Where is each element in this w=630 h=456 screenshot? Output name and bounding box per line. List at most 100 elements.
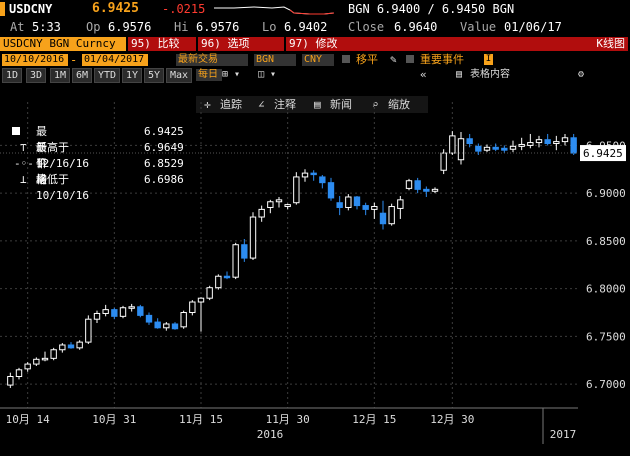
- ticker-symbol[interactable]: USDCNY: [9, 0, 52, 18]
- settings-gear-icon[interactable]: ⚙: [578, 68, 584, 82]
- stats-bar: At 5:33 Op 6.9576 Hi 6.9576 Lo 6.9402 Cl…: [0, 18, 630, 36]
- x-tick-label: 10月 31: [92, 413, 136, 426]
- collapse-icon[interactable]: «: [420, 68, 427, 82]
- candle-body: [50, 349, 57, 359]
- candle-body: [388, 206, 395, 225]
- candle-body: [189, 301, 196, 314]
- period-max-button[interactable]: Max: [166, 68, 193, 83]
- price-chart[interactable]: 6.70006.75006.80006.85006.90006.950010月 …: [0, 82, 630, 456]
- period-5y-button[interactable]: 5Y: [144, 68, 165, 83]
- period-6m-button[interactable]: 6M: [72, 68, 93, 83]
- legend-low-label: 最低于 10/10/16: [36, 173, 89, 202]
- period-1d-button[interactable]: 1D: [2, 68, 23, 83]
- candle-body: [319, 176, 326, 184]
- candle-body: [249, 216, 257, 259]
- legend-low-icon: ⊥: [20, 173, 27, 186]
- candle-body: [206, 287, 213, 299]
- candle-body: [284, 204, 291, 208]
- source-select[interactable]: BGN: [254, 54, 296, 66]
- period-3d-button[interactable]: 3D: [26, 68, 47, 83]
- frequency-select[interactable]: 每日: [196, 69, 222, 81]
- security-field[interactable]: USDCNY BGN Curncy: [0, 37, 126, 51]
- candle-body: [137, 306, 144, 316]
- candle-body: [397, 199, 404, 209]
- candle-body: [379, 212, 387, 225]
- table-view-icon[interactable]: ▤: [456, 68, 462, 82]
- candle-body: [267, 201, 274, 208]
- candle-body: [327, 182, 335, 199]
- candle-body: [466, 138, 473, 145]
- x-tick-label: 11月 30: [266, 413, 310, 426]
- candle-body: [345, 196, 352, 208]
- candle-body: [431, 188, 439, 192]
- events-checkbox[interactable]: [406, 55, 414, 63]
- candle-body: [163, 323, 170, 329]
- candle-body: [59, 344, 66, 351]
- candle-body: [371, 206, 378, 210]
- candle-body: [544, 139, 551, 145]
- candle-body: [7, 375, 14, 386]
- period-1m-button[interactable]: 1M: [50, 68, 71, 83]
- candle-body: [414, 180, 421, 190]
- value-label: Value: [460, 20, 497, 34]
- candle-body: [353, 196, 361, 207]
- chart-style-icon[interactable]: ⊞ ▾: [222, 68, 240, 82]
- chart-layout-icon[interactable]: ◫ ▾: [258, 68, 276, 82]
- compare-button[interactable]: 95) 比较: [128, 37, 196, 51]
- candle-body: [570, 137, 577, 154]
- candle-body: [501, 147, 508, 151]
- x-year-label: 2016: [257, 428, 284, 441]
- edit-icon[interactable]: ✎: [390, 52, 397, 68]
- high-value: 6.9576: [196, 20, 240, 34]
- price-type-select[interactable]: 最新交易: [176, 54, 248, 66]
- open-value: 6.9576: [108, 20, 152, 34]
- close-label: Close: [348, 20, 385, 34]
- legend-avg-value: 6.8529: [144, 157, 184, 170]
- table-view-label[interactable]: 表格内容: [470, 68, 510, 82]
- close-value: 6.9640: [394, 20, 438, 34]
- y-tick-label: 6.7500: [586, 330, 626, 343]
- chart-type-label[interactable]: K线图: [370, 37, 628, 51]
- candle-body: [423, 188, 430, 192]
- candle-body: [215, 275, 222, 289]
- candle-body: [535, 139, 543, 144]
- candle-body: [102, 309, 109, 314]
- events-icon[interactable]: I: [484, 54, 493, 65]
- currency-select[interactable]: CNY: [302, 54, 334, 66]
- candle-body: [119, 307, 127, 317]
- modify-button[interactable]: 97) 修改: [286, 37, 372, 51]
- candle-body: [518, 143, 525, 147]
- quote-bar: USDCNY 6.9425 -.0215 BGN 6.9400 / 6.9450…: [0, 0, 630, 18]
- candle-body: [93, 312, 101, 320]
- candle-body: [509, 145, 517, 150]
- candle-body: [258, 208, 265, 218]
- legend-high-icon: ⊤: [20, 141, 27, 154]
- candle-body: [76, 341, 83, 349]
- x-tick-label: 12月 15: [352, 413, 396, 426]
- candle-body: [197, 297, 205, 303]
- candle-body: [67, 344, 75, 349]
- move-avg-checkbox[interactable]: [342, 55, 350, 63]
- candle-body: [527, 142, 534, 146]
- candle-body: [15, 369, 23, 377]
- candle-body: [405, 180, 413, 189]
- events-label: 重要事件: [420, 53, 464, 66]
- legend-avg-icon: -◦-: [14, 157, 34, 170]
- end-date-input[interactable]: 01/04/2017: [82, 54, 148, 66]
- candle-body: [33, 358, 40, 365]
- bid-ask-quote: BGN 6.9400 / 6.9450 BGN: [348, 2, 515, 16]
- low-value: 6.9402: [284, 20, 328, 34]
- candle-body: [241, 244, 248, 259]
- at-label: At: [10, 20, 25, 34]
- period-ytd-button[interactable]: YTD: [94, 68, 121, 83]
- low-label: Lo: [262, 20, 277, 34]
- security-marker: [0, 2, 5, 16]
- start-date-input[interactable]: 10/10/2016: [2, 54, 68, 66]
- candle-body: [301, 172, 309, 178]
- options-button[interactable]: 96) 选项: [198, 37, 284, 51]
- candle-body: [145, 314, 153, 323]
- period-1y-button[interactable]: 1Y: [122, 68, 143, 83]
- x-tick-label: 11月 15: [179, 413, 223, 426]
- candle-body: [561, 137, 569, 143]
- candle-body: [457, 138, 465, 161]
